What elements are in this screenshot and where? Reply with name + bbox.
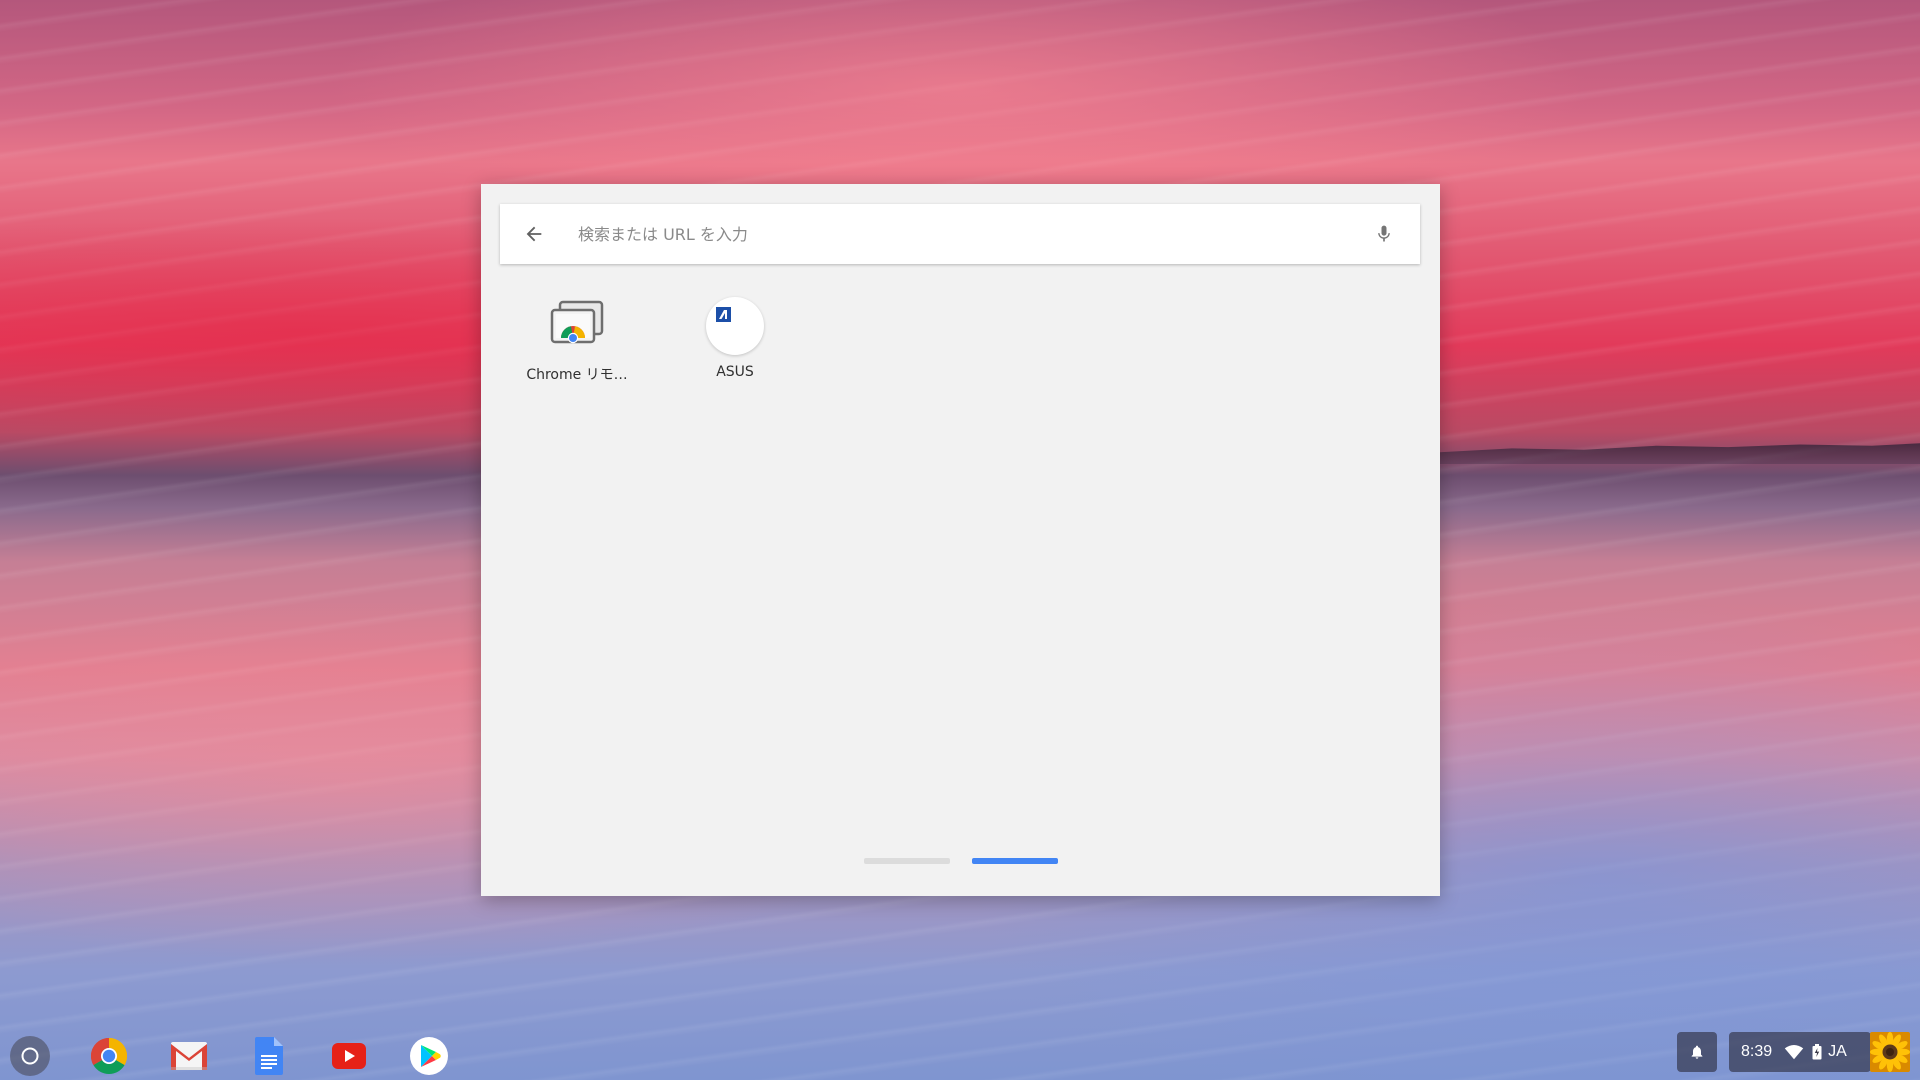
bell-icon bbox=[1691, 1045, 1703, 1059]
app-tile-asus[interactable]: ASUS bbox=[670, 296, 800, 396]
battery-icon bbox=[1812, 1044, 1822, 1060]
asus-icon bbox=[706, 297, 764, 355]
app-launcher: Chrome リモ… ASUS bbox=[481, 184, 1440, 896]
search-input[interactable] bbox=[576, 213, 1366, 255]
clock: 8:39 bbox=[1741, 1043, 1773, 1060]
play-store-icon bbox=[410, 1037, 448, 1075]
gmail-icon bbox=[171, 1042, 207, 1070]
asus-logo-mark bbox=[716, 307, 731, 322]
status-tray[interactable]: 8:39 JA bbox=[1729, 1032, 1871, 1072]
docs-icon bbox=[255, 1037, 283, 1075]
app-icon-container bbox=[705, 296, 765, 356]
app-icon-container bbox=[547, 296, 607, 356]
voice-search-button[interactable] bbox=[1366, 216, 1402, 252]
page-switcher-2[interactable] bbox=[971, 858, 1058, 864]
shelf-item-youtube[interactable] bbox=[329, 1036, 369, 1076]
app-label: ASUS bbox=[716, 364, 754, 380]
page-switcher-1[interactable] bbox=[863, 858, 950, 864]
circle-icon bbox=[21, 1047, 39, 1065]
ime-indicator: JA bbox=[1828, 1043, 1847, 1060]
user-avatar[interactable] bbox=[1870, 1032, 1910, 1072]
wifi-icon bbox=[1784, 1045, 1804, 1060]
desktop-wallpaper: Chrome リモ… ASUS bbox=[0, 0, 1920, 1080]
chrome-icon bbox=[90, 1037, 128, 1075]
back-button[interactable] bbox=[516, 216, 552, 252]
notification-button[interactable] bbox=[1677, 1032, 1717, 1072]
microphone-icon bbox=[1378, 225, 1390, 242]
launcher-button[interactable] bbox=[10, 1036, 50, 1076]
chrome-remote-desktop-icon bbox=[550, 300, 604, 344]
shelf: 8:39 JA bbox=[0, 1028, 1920, 1080]
wallpaper-horizon bbox=[1440, 443, 1920, 464]
shelf-item-play-store[interactable] bbox=[409, 1036, 449, 1076]
launcher-search-box bbox=[500, 204, 1420, 264]
shelf-item-docs[interactable] bbox=[249, 1036, 289, 1076]
youtube-icon bbox=[332, 1043, 366, 1069]
arrow-back-icon bbox=[526, 226, 542, 242]
app-label: Chrome リモ… bbox=[526, 367, 628, 383]
shelf-item-chrome[interactable] bbox=[89, 1036, 129, 1076]
page-indicator bbox=[481, 858, 1440, 866]
shelf-item-gmail[interactable] bbox=[169, 1036, 209, 1076]
app-tile-chrome-remote-desktop[interactable]: Chrome リモ… bbox=[512, 296, 642, 396]
sunflower-avatar-icon bbox=[1870, 1032, 1910, 1072]
